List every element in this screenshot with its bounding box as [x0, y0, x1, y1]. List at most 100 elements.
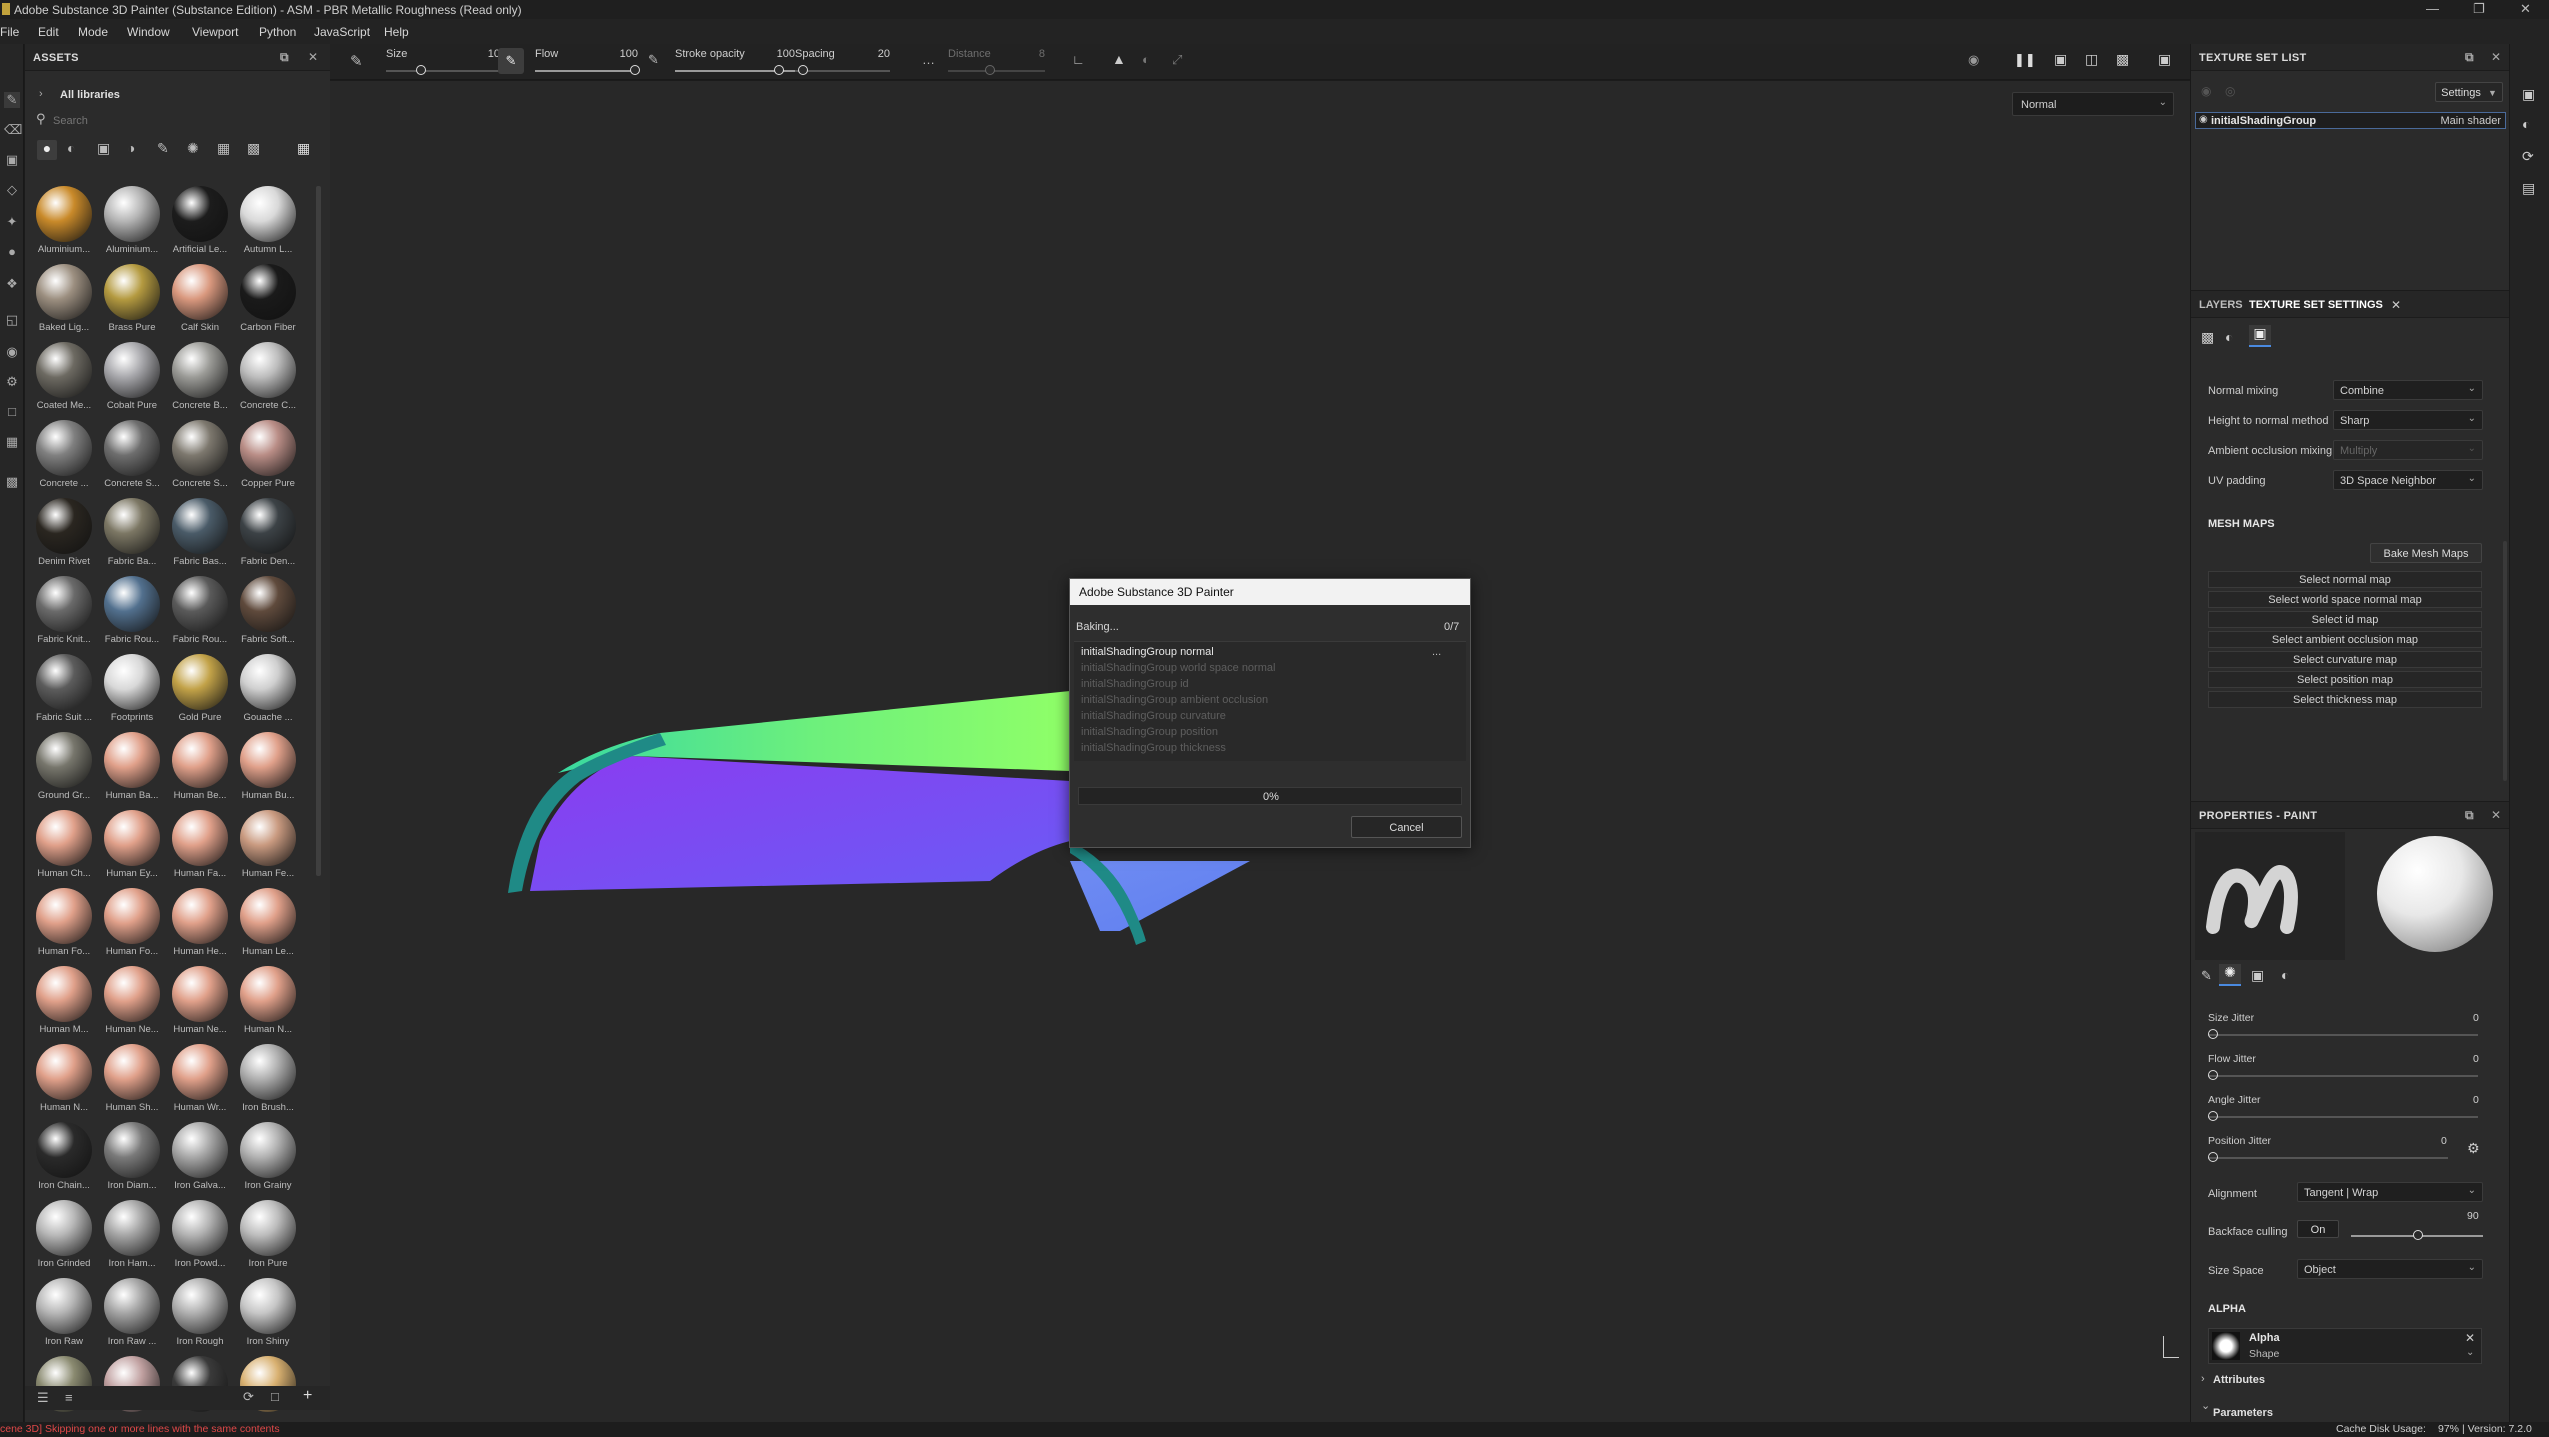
camera-icon[interactable]: ▩: [2116, 51, 2129, 68]
texture-set-list-icon[interactable]: ▣: [2522, 86, 2535, 103]
asset-thumbnail[interactable]: Fabric Knit...: [30, 576, 98, 654]
asset-thumbnail[interactable]: Fabric Den...: [234, 498, 302, 576]
projection-icon[interactable]: ▣: [4, 152, 20, 168]
asset-thumbnail[interactable]: Iron Grinded: [30, 1200, 98, 1278]
symmetry-icon[interactable]: ▲: [1112, 51, 1126, 67]
position-jitter-knob[interactable]: [2208, 1152, 2218, 1162]
material-filter-icon[interactable]: ●: [37, 140, 57, 160]
select-normal-map-button[interactable]: Select normal map: [2208, 571, 2482, 588]
filter-icon[interactable]: ◑: [127, 140, 135, 156]
size-slider[interactable]: [386, 70, 500, 72]
backface-culling-toggle[interactable]: On: [2297, 1220, 2339, 1238]
flow-jitter-knob[interactable]: [2208, 1070, 2218, 1080]
layer-icon[interactable]: ▦: [4, 434, 20, 450]
asset-thumbnail[interactable]: Baked Lig...: [30, 264, 98, 342]
close-icon[interactable]: ✕: [308, 50, 318, 64]
paint-brush-icon[interactable]: ✎: [4, 92, 20, 108]
pause-icon[interactable]: ❚❚: [2014, 52, 2036, 68]
asset-thumbnail[interactable]: Human Ne...: [166, 966, 234, 1044]
dialog-title-bar[interactable]: Adobe Substance 3D Painter: [1070, 579, 1470, 605]
asset-thumbnail[interactable]: Human Wr...: [166, 1044, 234, 1122]
lazy-mouse-icon[interactable]: …: [922, 52, 935, 67]
asset-thumbnail[interactable]: Ground Gr...: [30, 732, 98, 810]
texture-set-visible-icon[interactable]: ◉: [2199, 114, 2208, 125]
asset-thumbnail[interactable]: Human He...: [166, 888, 234, 966]
size-jitter-value[interactable]: 0: [2473, 1012, 2479, 1024]
transform-icon[interactable]: ⤢: [1172, 52, 1182, 68]
asset-thumbnail[interactable]: Human Bu...: [234, 732, 302, 810]
close-tab-icon[interactable]: ✕: [2391, 298, 2401, 312]
log-icon[interactable]: ▤: [2522, 180, 2535, 197]
asset-thumbnail[interactable]: Fabric Bas...: [166, 498, 234, 576]
asset-thumbnail[interactable]: Human Fo...: [30, 888, 98, 966]
texture-set-shader[interactable]: Main shader: [2440, 115, 2501, 127]
asset-thumbnail[interactable]: Gouache ...: [234, 654, 302, 732]
select-curvature-map-button[interactable]: Select curvature map: [2208, 651, 2482, 668]
size-jitter-knob[interactable]: [2208, 1029, 2218, 1039]
view-3d-icon[interactable]: ◫: [2085, 51, 2098, 68]
asset-thumbnail[interactable]: Coated Me...: [30, 342, 98, 420]
grid-view-icon[interactable]: ▦: [297, 140, 310, 157]
asset-thumbnail[interactable]: Human Ch...: [30, 810, 98, 888]
asset-thumbnail[interactable]: Denim Rivet: [30, 498, 98, 576]
asset-thumbnail[interactable]: Iron Raw ...: [98, 1278, 166, 1356]
polygon-fill-icon[interactable]: ◉: [4, 344, 20, 360]
visibility-icon[interactable]: ◉: [2201, 84, 2211, 98]
asset-thumbnail[interactable]: Iron Powd...: [166, 1200, 234, 1278]
material-tab-icon[interactable]: ◐: [2281, 967, 2289, 983]
close-icon[interactable]: ✕: [2491, 808, 2501, 822]
viewport-blend-mode-dropdown[interactable]: Normal ⌄: [2012, 92, 2174, 116]
select-thickness-map-button[interactable]: Select thickness map: [2208, 691, 2482, 708]
asset-thumbnail[interactable]: Aluminium...: [30, 186, 98, 264]
bake-icon[interactable]: ◱: [4, 312, 20, 328]
height-normal-dropdown[interactable]: Sharp ⌄: [2333, 410, 2483, 430]
asset-thumbnail[interactable]: Human Sh...: [98, 1044, 166, 1122]
asset-thumbnail[interactable]: Human Ne...: [98, 966, 166, 1044]
folder-icon[interactable]: □: [271, 1389, 279, 1404]
asset-thumbnail[interactable]: Footprints: [98, 654, 166, 732]
asset-thumbnail[interactable]: Human Be...: [166, 732, 234, 810]
environment-filter-icon[interactable]: ▩: [247, 140, 260, 157]
angle-jitter-value[interactable]: 0: [2473, 1094, 2479, 1106]
asset-thumbnail[interactable]: Concrete C...: [234, 342, 302, 420]
texture-icon[interactable]: ▩: [4, 474, 20, 490]
uv-padding-dropdown[interactable]: 3D Space Neighbor ⌄: [2333, 470, 2483, 490]
minimize-icon[interactable]: —: [2426, 1, 2439, 16]
undock-icon[interactable]: ⧉: [2465, 808, 2474, 823]
texture-filter-icon[interactable]: ▦: [217, 140, 230, 157]
asset-thumbnail[interactable]: Gold Pure: [166, 654, 234, 732]
menu-mode[interactable]: Mode: [78, 25, 108, 39]
asset-thumbnail[interactable]: Human Ey...: [98, 810, 166, 888]
uv-icon[interactable]: ▣: [2249, 325, 2271, 347]
asset-thumbnail[interactable]: Human Le...: [234, 888, 302, 966]
asset-thumbnail[interactable]: Calf Skin: [166, 264, 234, 342]
asset-thumbnail[interactable]: Fabric Rou...: [166, 576, 234, 654]
flow-jitter-slider[interactable]: [2208, 1075, 2478, 1077]
particle-filter-icon[interactable]: ✺: [187, 140, 199, 157]
menu-javascript[interactable]: JavaScript: [314, 25, 370, 39]
asset-thumbnail[interactable]: Human Fo...: [98, 888, 166, 966]
asset-thumbnail[interactable]: Copper Pure: [234, 420, 302, 498]
backface-angle-value[interactable]: 90: [2467, 1210, 2479, 1222]
menu-help[interactable]: Help: [384, 25, 409, 39]
alpha-tab-icon[interactable]: ▣: [2251, 967, 2264, 984]
asset-thumbnail[interactable]: Human N...: [30, 1044, 98, 1122]
hide-ui-icon[interactable]: ◉: [1968, 52, 1979, 68]
texture-set-item[interactable]: ◉ initialShadingGroup Main shader: [2195, 112, 2506, 129]
asset-thumbnail[interactable]: Carbon Fiber: [234, 264, 302, 342]
screenshot-icon[interactable]: ▣: [2158, 51, 2171, 68]
select-ao-map-button[interactable]: Select ambient occlusion map: [2208, 631, 2482, 648]
close-icon[interactable]: ✕: [2520, 1, 2531, 17]
texture-set-settings-button[interactable]: Settings ▼: [2435, 82, 2503, 102]
undock-icon[interactable]: ⧉: [2465, 50, 2474, 65]
parameters-section[interactable]: Parameters: [2213, 1407, 2273, 1419]
settings-icon[interactable]: ⚙: [4, 374, 20, 390]
flow-value[interactable]: 100: [598, 48, 638, 60]
stroke-tab-icon[interactable]: ✺: [2219, 964, 2241, 986]
filter-list-icon[interactable]: ☰: [37, 1390, 49, 1406]
angle-jitter-slider[interactable]: [2208, 1116, 2478, 1118]
tab-texture-set-settings[interactable]: TEXTURE SET SETTINGS: [2249, 299, 2383, 311]
chevron-right-icon[interactable]: ›: [2201, 1373, 2205, 1385]
gear-icon[interactable]: ⚙: [2467, 1140, 2480, 1157]
asset-thumbnail[interactable]: Concrete S...: [166, 420, 234, 498]
